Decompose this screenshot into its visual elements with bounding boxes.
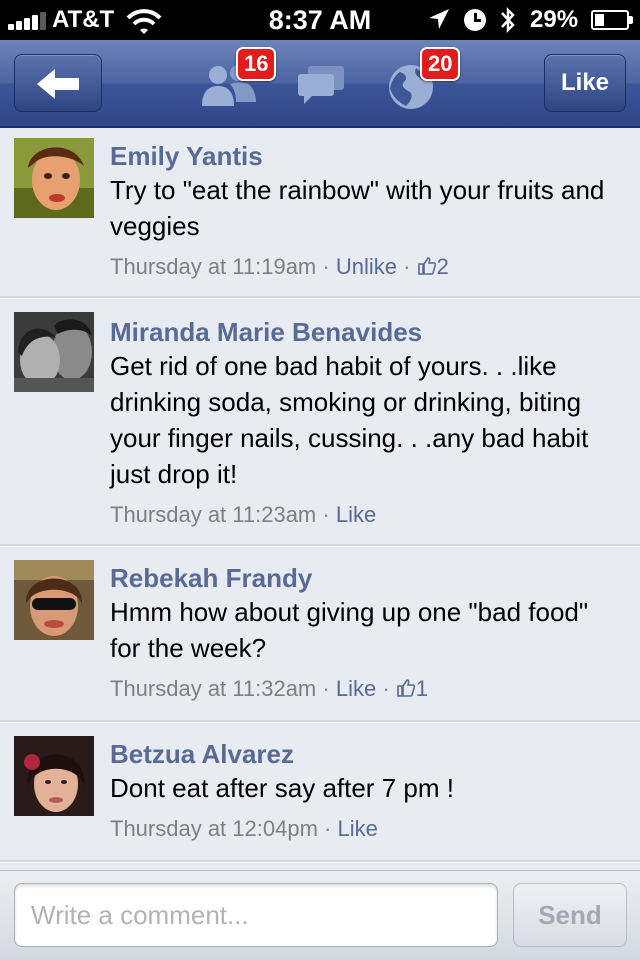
avatar[interactable]	[14, 560, 94, 640]
meta-separator: ·	[322, 502, 330, 527]
compose-bar: Send	[0, 870, 640, 960]
meta-separator: ·	[322, 676, 330, 701]
like-link[interactable]: Like	[336, 676, 376, 701]
meta-separator: ·	[403, 254, 411, 279]
comment-item: Betzua Alvarez Dont eat after say after …	[0, 722, 640, 862]
battery-percent: 29%	[530, 6, 579, 33]
like-link[interactable]: Like	[337, 816, 377, 841]
comment-item: Miranda Marie Benavides Get rid of one b…	[0, 298, 640, 546]
nav-bar: 16 20 Like	[0, 40, 640, 128]
status-bar: AT&T 8:37 AM 29%	[0, 0, 640, 40]
thumbs-up-icon	[396, 679, 415, 697]
like-count[interactable]: 1	[396, 676, 428, 701]
back-arrow-icon	[37, 69, 79, 99]
comment-timestamp: Thursday at 12:04pm	[110, 816, 318, 841]
comment-input[interactable]	[14, 883, 498, 947]
comment-text: Try to "eat the rainbow" with your fruit…	[110, 175, 605, 241]
clock-icon	[464, 9, 486, 31]
bluetooth-icon	[501, 6, 515, 34]
comment-author[interactable]: Betzua Alvarez	[110, 739, 294, 770]
avatar[interactable]	[14, 736, 94, 816]
comments-list: Emily Yantis Try to "eat the rainbow" wi…	[0, 128, 640, 870]
thumbs-up-icon	[417, 257, 436, 275]
comment-item: Rebekah Frandy Hmm how about giving up o…	[0, 546, 640, 722]
messages-icon[interactable]	[296, 64, 346, 106]
comment-text: Dont eat after say after 7 pm !	[110, 773, 454, 803]
location-arrow-icon	[429, 9, 449, 29]
avatar[interactable]	[14, 312, 94, 392]
comment-text: Get rid of one bad habit of yours. . .li…	[110, 351, 589, 489]
comment-timestamp: Thursday at 11:32am	[110, 676, 317, 701]
comment-meta: Thursday at 11:19am · Unlike · 2	[110, 254, 449, 280]
unlike-link[interactable]: Unlike	[336, 254, 397, 279]
comment-author[interactable]: Emily Yantis	[110, 141, 263, 172]
comment-timestamp: Thursday at 11:19am	[110, 254, 317, 279]
comment-text: Hmm how about giving up one "bad food" f…	[110, 597, 589, 663]
comment-timestamp: Thursday at 11:23am	[110, 502, 317, 527]
comment-author[interactable]: Rebekah Frandy	[110, 563, 312, 594]
comment-author[interactable]: Miranda Marie Benavides	[110, 317, 422, 348]
battery-fill	[595, 14, 604, 26]
avatar[interactable]	[14, 138, 94, 218]
meta-separator: ·	[324, 816, 332, 841]
send-button[interactable]: Send	[513, 883, 627, 947]
battery-icon	[591, 10, 633, 30]
comment-item: Emily Yantis Try to "eat the rainbow" wi…	[0, 128, 640, 298]
like-link[interactable]: Like	[336, 502, 376, 527]
comment-meta: Thursday at 11:23am · Like	[110, 502, 376, 528]
meta-separator: ·	[382, 676, 390, 701]
like-page-button[interactable]: Like	[544, 54, 626, 112]
like-count[interactable]: 2	[417, 254, 449, 279]
meta-separator: ·	[322, 254, 330, 279]
notifications-badge: 20	[420, 47, 461, 81]
comment-meta: Thursday at 12:04pm · Like	[110, 816, 378, 842]
comment-meta: Thursday at 11:32am · Like · 1	[110, 676, 428, 702]
friend-requests-badge: 16	[236, 47, 277, 81]
like-count-value: 2	[436, 254, 449, 279]
like-count-value: 1	[415, 676, 429, 701]
back-button[interactable]	[14, 54, 102, 112]
